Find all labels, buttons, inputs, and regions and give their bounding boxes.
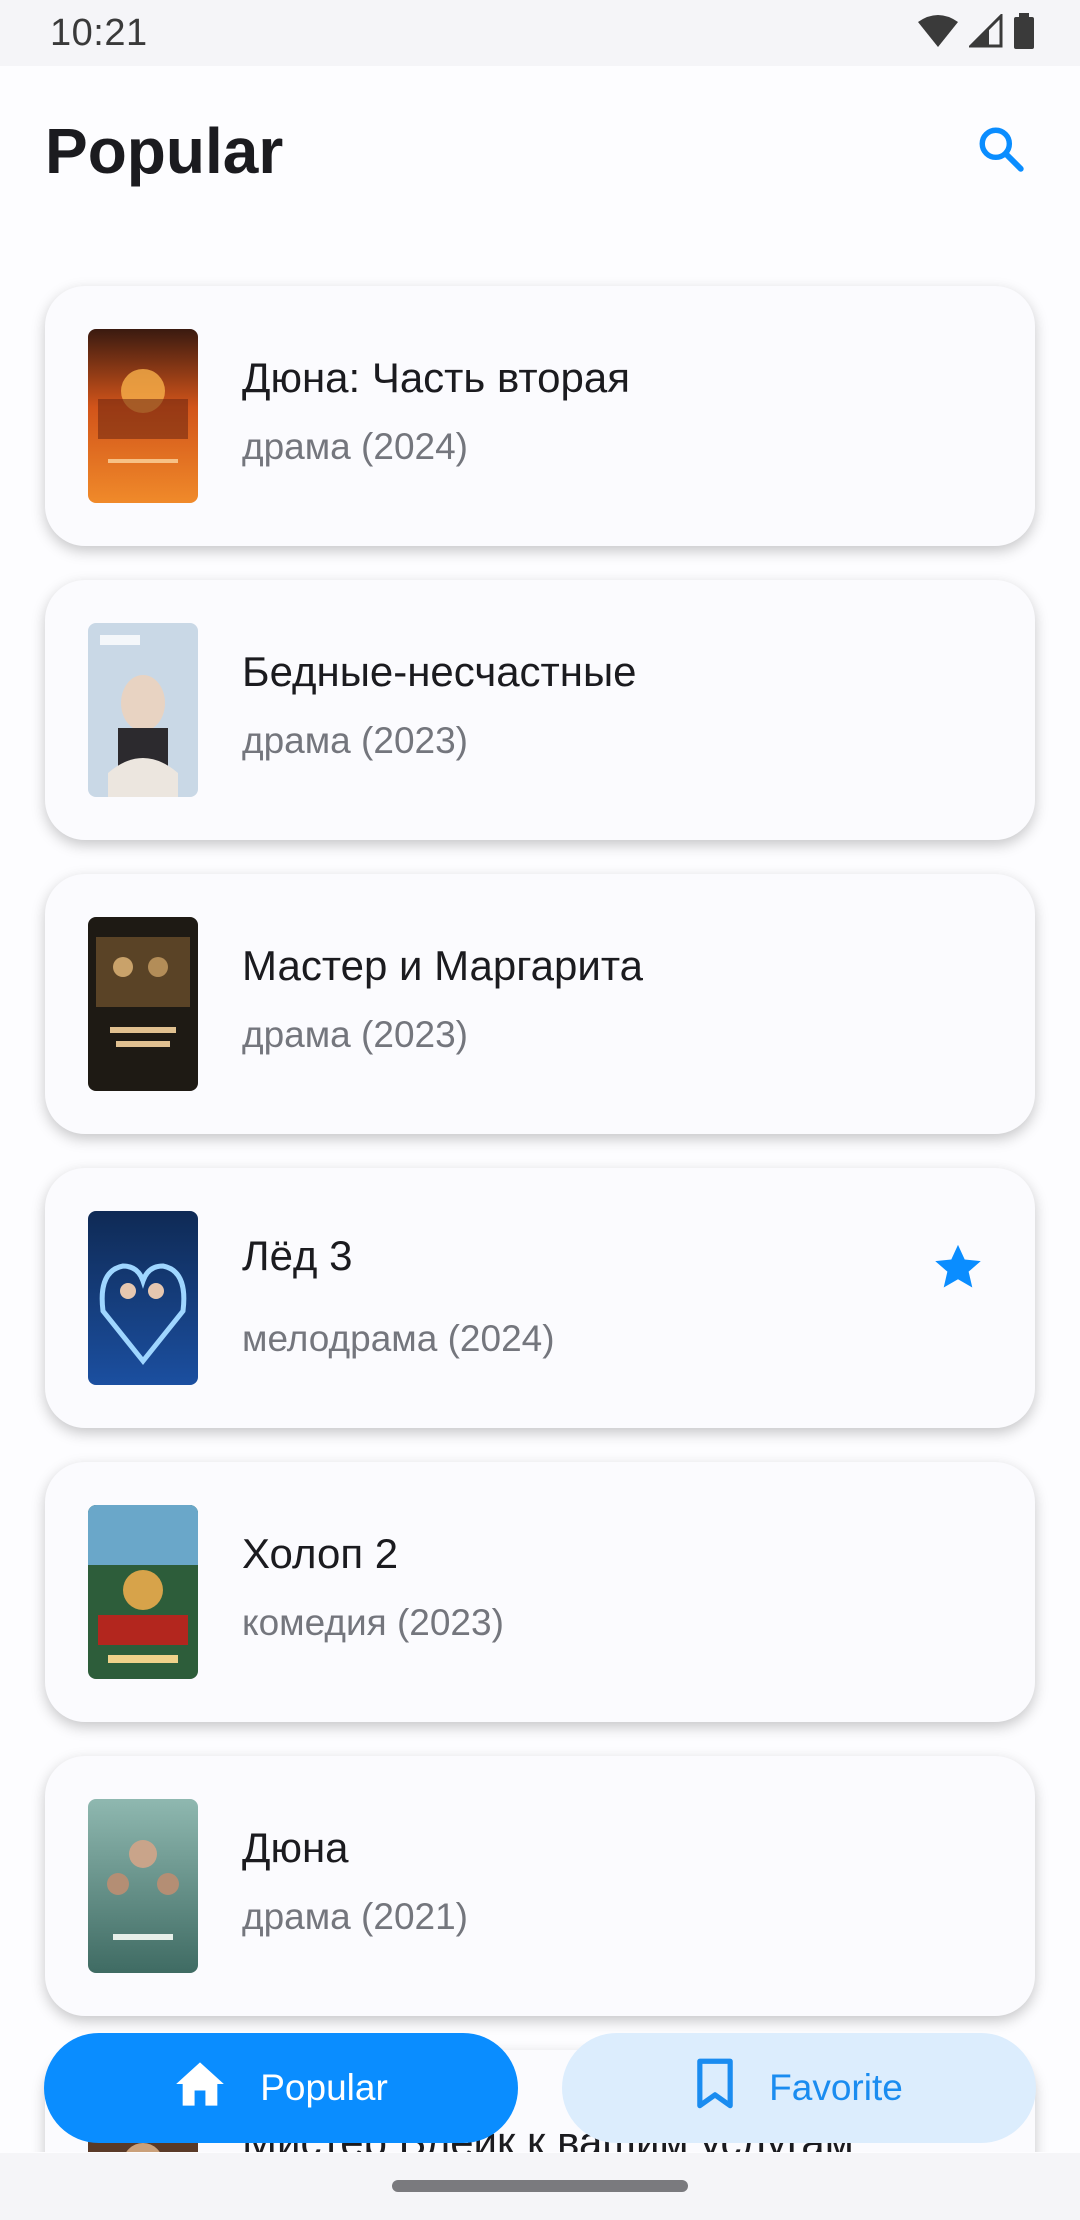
movie-title: Дюна: Часть вторая — [242, 354, 630, 401]
status-icons — [917, 11, 1035, 54]
status-bar: 10:21 — [0, 0, 1080, 66]
movie-title: Мастер и Маргарита — [242, 942, 643, 989]
gesture-handle[interactable] — [392, 2180, 688, 2192]
nav-popular-button[interactable]: Popular — [44, 2033, 518, 2143]
bookmark-icon — [695, 2058, 735, 2119]
home-icon — [174, 2060, 226, 2117]
movie-genre-year: драма (2023) — [242, 720, 468, 761]
movie-poster — [88, 1505, 198, 1679]
wifi-icon — [917, 14, 959, 53]
movie-poster — [88, 917, 198, 1091]
movie-card[interactable]: Бедные-несчастные драма (2023) — [45, 580, 1035, 840]
movie-card[interactable]: Мастер и Маргарита драма (2023) — [45, 874, 1035, 1134]
movie-poster — [88, 1211, 198, 1385]
movie-card[interactable]: Холоп 2 комедия (2023) — [45, 1462, 1035, 1722]
cell-signal-icon — [967, 11, 1003, 53]
status-time: 10:21 — [50, 11, 148, 54]
movie-genre-year: драма (2021) — [242, 1896, 468, 1937]
movie-title: Бедные-несчастные — [242, 648, 637, 695]
movie-genre-year: драма (2023) — [242, 1014, 468, 1055]
screen: Дюна: Часть вторая драма (2024) Бедные-н… — [0, 0, 1080, 2220]
page-title: Popular — [45, 115, 284, 187]
movie-card[interactable]: Дюна драма (2021) — [45, 1756, 1035, 2016]
movie-poster — [88, 1799, 198, 1973]
movie-title: Дюна — [242, 1824, 349, 1871]
battery-icon — [1013, 12, 1035, 54]
movie-genre-year: мелодрама (2024) — [242, 1318, 555, 1359]
favorite-star-icon[interactable] — [930, 1240, 986, 1296]
search-icon[interactable] — [968, 116, 1034, 182]
movie-title: Лёд 3 — [242, 1232, 353, 1279]
movie-genre-year: комедия (2023) — [242, 1602, 504, 1643]
movie-list[interactable]: Дюна: Часть вторая драма (2024) Бедные-н… — [0, 0, 1080, 2152]
app-header: Popular — [0, 66, 1080, 236]
nav-favorite-label: Favorite — [769, 2067, 903, 2108]
movie-card[interactable]: Лёд 3 мелодрама (2024) — [45, 1168, 1035, 1428]
movie-genre-year: драма (2024) — [242, 426, 468, 467]
movie-poster — [88, 623, 198, 797]
movie-poster — [88, 329, 198, 503]
nav-favorite-button[interactable]: Favorite — [562, 2033, 1036, 2143]
nav-popular-label: Popular — [260, 2067, 388, 2108]
movie-card[interactable]: Дюна: Часть вторая драма (2024) — [45, 286, 1035, 546]
movie-title: Холоп 2 — [242, 1530, 399, 1577]
